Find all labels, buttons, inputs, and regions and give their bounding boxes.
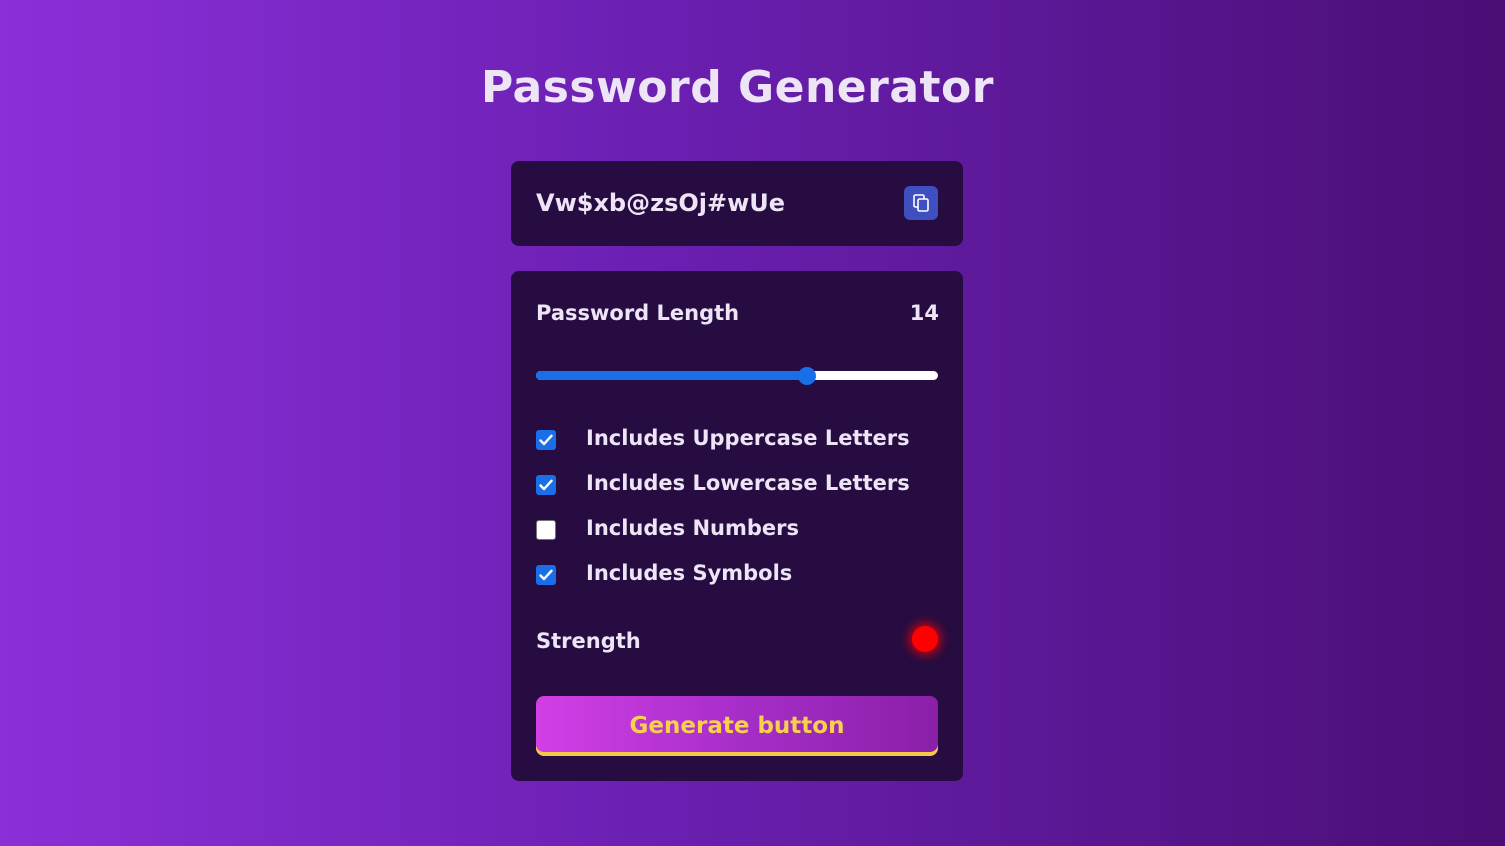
settings-card: Password Length 14 Includes Uppercase Le…: [511, 271, 963, 781]
password-length-value: 14: [909, 301, 939, 325]
generate-button[interactable]: Generate button: [536, 696, 938, 756]
length-slider-thumb[interactable]: [798, 367, 817, 385]
generate-button-label: Generate button: [629, 713, 845, 739]
checkmark-icon: [539, 569, 553, 581]
password-display-card: Vw$xb@zsOj#wUe: [511, 161, 963, 246]
option-symbols: Includes Symbols: [536, 559, 938, 589]
symbols-label: Includes Symbols: [586, 561, 793, 585]
lowercase-label: Includes Lowercase Letters: [586, 471, 910, 495]
option-numbers: Includes Numbers: [536, 514, 938, 544]
length-slider-fill: [536, 371, 808, 380]
numbers-checkbox[interactable]: [536, 520, 556, 540]
lowercase-checkbox[interactable]: [536, 475, 556, 495]
strength-label: Strength: [536, 629, 641, 653]
password-length-label: Password Length: [536, 301, 740, 325]
option-uppercase: Includes Uppercase Letters: [536, 424, 938, 454]
numbers-label: Includes Numbers: [586, 516, 799, 540]
symbols-checkbox[interactable]: [536, 565, 556, 585]
copy-icon: [913, 194, 929, 212]
uppercase-checkbox[interactable]: [536, 430, 556, 450]
checkmark-icon: [539, 434, 553, 446]
length-slider[interactable]: [536, 367, 938, 385]
checkmark-icon: [539, 479, 553, 491]
generated-password: Vw$xb@zsOj#wUe: [536, 189, 786, 217]
strength-indicator: [912, 626, 938, 652]
option-lowercase: Includes Lowercase Letters: [536, 469, 938, 499]
page-title: Password Generator: [480, 62, 994, 113]
copy-button[interactable]: [904, 186, 938, 220]
uppercase-label: Includes Uppercase Letters: [586, 426, 910, 450]
